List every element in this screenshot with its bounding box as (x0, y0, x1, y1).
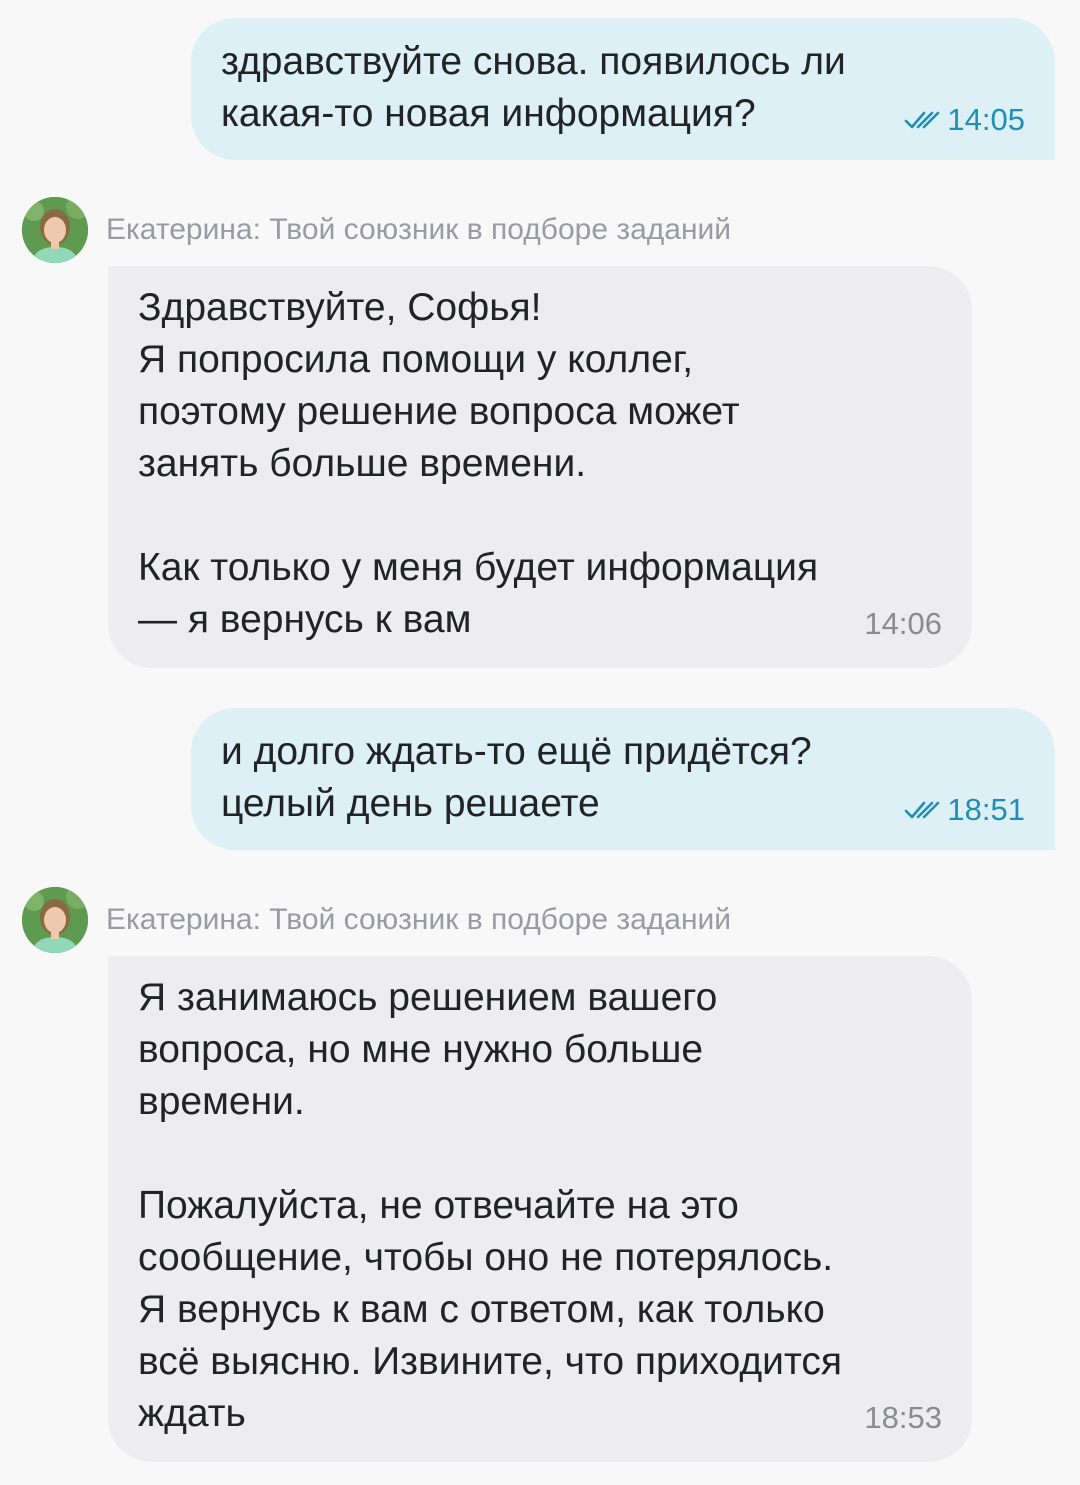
outgoing-message[interactable]: здравствуйте снова. появилось ли какая-т… (191, 18, 1055, 160)
message-text: Здравствуйте, Софья! Я попросила помощи … (138, 286, 819, 641)
message-meta: 18:53 (864, 1400, 942, 1436)
double-check-icon (905, 111, 940, 129)
message-sender: Екатерина: Твой союзник в подборе задани… (22, 197, 731, 263)
sender-name: Екатерина: Твой союзник в подборе задани… (106, 903, 732, 936)
person-avatar-icon (22, 887, 88, 953)
person-avatar-icon (22, 197, 88, 263)
message-sender: Екатерина: Твой союзник в подборе задани… (22, 887, 731, 953)
message-text: Я занимаюсь решением вашего вопроса, но … (138, 976, 842, 1435)
double-check-icon (905, 801, 940, 819)
incoming-message[interactable]: Я занимаюсь решением вашего вопроса, но … (108, 956, 972, 1462)
message-time: 14:06 (864, 606, 942, 641)
message-meta: 14:05 (903, 102, 1025, 138)
avatar[interactable] (22, 887, 88, 953)
chat-message-list[interactable]: здравствуйте снова. появилось ли какая-т… (0, 0, 1080, 1485)
sender-name: Екатерина: Твой союзник в подборе задани… (106, 213, 732, 246)
message-meta: 18:51 (903, 792, 1025, 828)
message-meta: 14:06 (864, 606, 942, 642)
incoming-message[interactable]: Здравствуйте, Софья! Я попросила помощи … (108, 266, 972, 668)
outgoing-message[interactable]: и долго ждать-то ещё придётся? целый ден… (191, 708, 1055, 850)
message-time: 18:51 (947, 792, 1025, 827)
message-time: 14:05 (947, 102, 1025, 137)
avatar[interactable] (22, 197, 88, 263)
message-time: 18:53 (864, 1400, 942, 1435)
